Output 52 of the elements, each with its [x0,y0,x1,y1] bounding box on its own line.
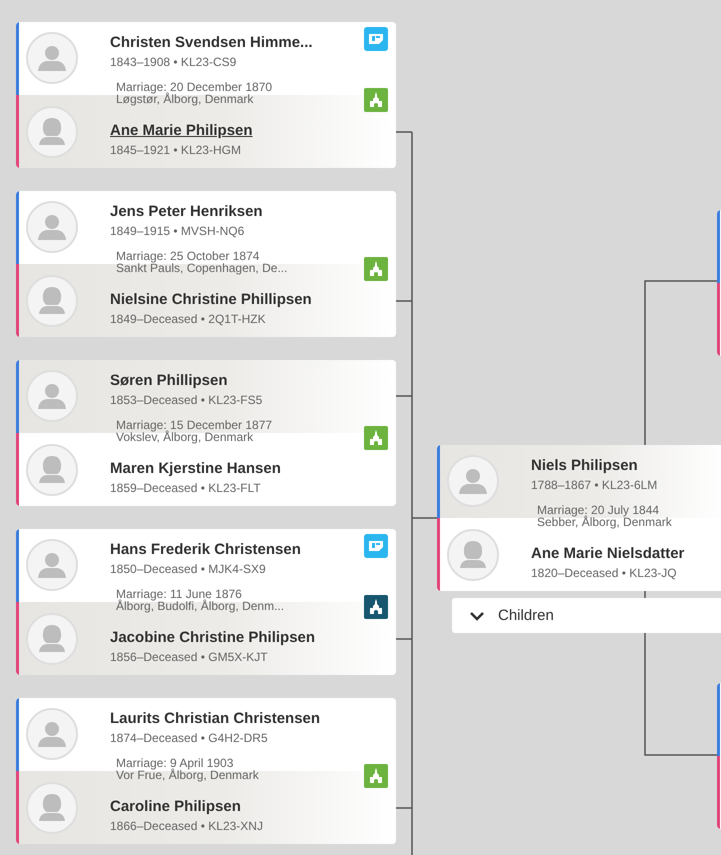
person-name[interactable]: Søren Phillipsen [110,372,396,389]
person-details: 1849–Deceased • 2Q1T-HZK [110,312,267,326]
person-details: 1874–Deceased • G4H2-DR5 [110,731,269,745]
avatar-icon [447,529,499,581]
person-name[interactable]: Christen Svendsen Himme... [110,34,396,51]
person-name[interactable]: Laurits Christian Christensen [110,710,396,727]
person-details: 1820–Deceased • KL23-JQ [531,566,678,580]
person-name[interactable]: Niels Philipsen [531,457,721,474]
person-details: 1850–Deceased • MJK4-SX9 [110,562,267,576]
person-details: 1849–1915 • MVSH-NQ6 [110,224,246,238]
church-icon[interactable] [364,595,388,619]
avatar-icon [26,708,78,760]
family-card[interactable]: Jens Peter Henriksen 1849–1915 • MVSH-NQ6 Marriage: 25 October 1874 Sankt Pauls, Copenhagen, De... Nielsine Christine Phillipsen 1849–Deceased • 2Q1T-HZK [16,191,396,337]
person-name[interactable]: Hans Frederik Christensen [110,541,396,558]
family-card[interactable]: Hans Frederik Christensen 1850–Deceased • MJK4-SX9 Marriage: 11 June 1876 Ålborg, Budolfi, Ålborg, Denm... Jacobine Christine Philipsen 1856–Deceased • GM5X-KJT [16,529,396,675]
person-details: 1853–Deceased • KL23-FS5 [110,393,264,407]
avatar-icon [26,444,78,496]
family-card[interactable]: Christen Svendsen Himme... 1843–1908 • KL23-CS9 Marriage: 20 December 1870 Løgstør, Ålborg, Denmark Ane Marie Philipsen 1845–1921 • KL23-HGM [16,22,396,168]
avatar-icon [447,455,499,507]
marriage-info: Marriage: 20 December 1870 Løgstør, Ålborg, Denmark [116,81,272,105]
person-name[interactable]: Caroline Philipsen [110,798,396,815]
person-details: 1859–Deceased • KL23-FLT [110,481,262,495]
avatar-icon [26,613,78,665]
avatar-icon [26,106,78,158]
record-hint-icon[interactable] [364,534,388,558]
person-name[interactable]: Maren Kjerstine Hansen [110,460,396,477]
avatar-icon [26,782,78,834]
person-name[interactable]: Ane Marie Nielsdatter [531,545,721,562]
marriage-info: Marriage: 11 June 1876 Ålborg, Budolfi, Ålborg, Denm... [116,588,284,612]
record-hint-icon[interactable] [364,27,388,51]
person-details: 1856–Deceased • GM5X-KJT [110,650,269,664]
avatar-icon [26,201,78,253]
avatar-icon [26,370,78,422]
person-name[interactable]: Nielsine Christine Phillipsen [110,291,396,308]
children-button[interactable]: Children [452,598,721,633]
person-details: 1843–1908 • KL23-CS9 [110,55,238,69]
family-card[interactable]: Søren Phillipsen 1853–Deceased • KL23-FS5 Marriage: 15 December 1877 Vokslev, Ålborg, Denmark Maren Kjerstine Hansen 1859–Deceased • KL23-FLT [16,360,396,506]
marriage-info: Marriage: 15 December 1877 Vokslev, Ålborg, Denmark [116,419,272,443]
person-name[interactable]: Ane Marie Philipsen [110,122,396,139]
chevron-icon [470,610,484,620]
person-details: 1845–1921 • KL23-HGM [110,143,242,157]
avatar-icon [26,275,78,327]
person-details: 1788–1867 • KL23-6LM [531,478,658,492]
person-name[interactable]: Jacobine Christine Philipsen [110,629,396,646]
marriage-info: Marriage: 25 October 1874 Sankt Pauls, Copenhagen, De... [116,250,288,274]
marriage-info: Marriage: 9 April 1903 Vor Frue, Ålborg, Denmark [116,757,259,781]
avatar-icon [26,539,78,591]
person-name[interactable]: Jens Peter Henriksen [110,203,396,220]
family-card[interactable]: Laurits Christian Christensen 1874–Deceased • G4H2-DR5 Marriage: 9 April 1903 Vor Frue, Ålborg, Denmark Caroline Philipsen 1866–Deceased • KL23-XNJ [16,698,396,844]
avatar-icon [26,32,78,84]
marriage-info: Marriage: 20 July 1844 Sebber, Ålborg, Denmark [537,504,672,528]
person-details: 1866–Deceased • KL23-XNJ [110,819,264,833]
